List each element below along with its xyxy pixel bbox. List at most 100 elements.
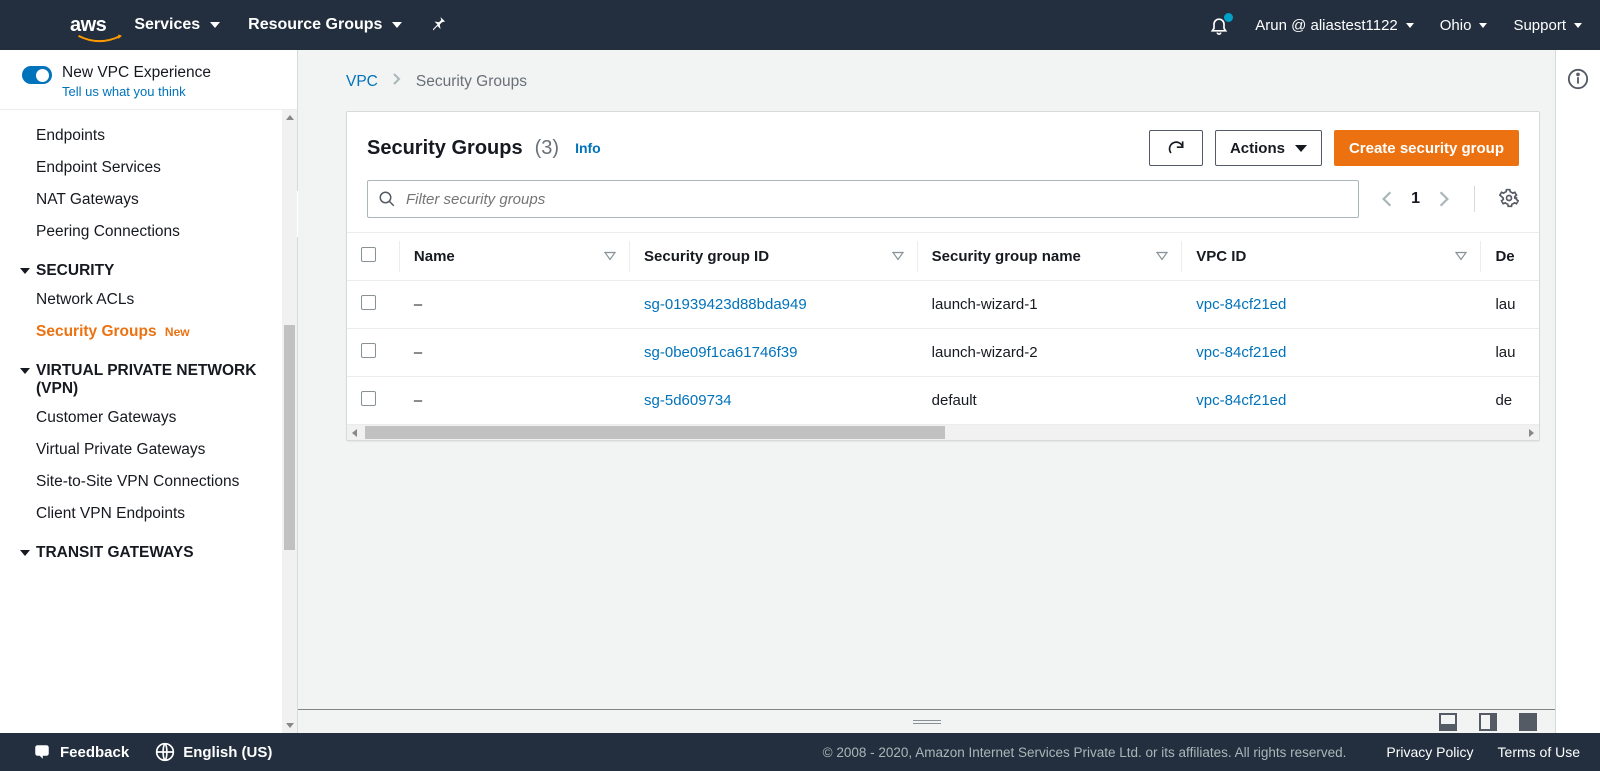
chevron-down-icon bbox=[1574, 23, 1582, 28]
new-vpc-banner: New VPC Experience Tell us what you thin… bbox=[0, 50, 297, 110]
select-all-checkbox[interactable] bbox=[361, 247, 376, 262]
breadcrumb: VPC Security Groups bbox=[346, 72, 1540, 91]
pin-icon[interactable] bbox=[430, 14, 448, 37]
sidebar-item-network-acls[interactable]: Network ACLs bbox=[0, 284, 297, 316]
security-groups-table: Name Security group ID Security group na… bbox=[347, 233, 1539, 425]
filter-input-wrap[interactable] bbox=[367, 180, 1359, 218]
aws-logo[interactable]: aws bbox=[70, 14, 106, 37]
sidebar-item-endpoint-services[interactable]: Endpoint Services bbox=[0, 152, 297, 184]
language-button[interactable]: English (US) bbox=[155, 742, 272, 762]
main-content: VPC Security Groups Security Groups (3) … bbox=[298, 50, 1600, 733]
pagination: 1 bbox=[1381, 186, 1519, 212]
security-groups-panel: Security Groups (3) Info Actions Create … bbox=[346, 111, 1540, 441]
page-next-button[interactable] bbox=[1438, 190, 1450, 208]
cell-vpc[interactable]: vpc-84cf21ed bbox=[1182, 329, 1481, 377]
sidebar-item-endpoints[interactable]: Endpoints bbox=[0, 120, 297, 152]
col-sgname[interactable]: Security group name bbox=[932, 248, 1081, 265]
cell-name: – bbox=[400, 329, 630, 377]
cell-sgid[interactable]: sg-01939423d88bda949 bbox=[630, 281, 918, 329]
info-rail bbox=[1555, 50, 1600, 733]
resource-groups-menu[interactable]: Resource Groups bbox=[248, 16, 402, 34]
section-tgw[interactable]: TRANSIT GATEWAYS bbox=[0, 530, 297, 566]
privacy-link[interactable]: Privacy Policy bbox=[1386, 744, 1473, 760]
sidebar-item-vpg[interactable]: Virtual Private Gateways bbox=[0, 434, 297, 466]
feedback-link[interactable]: Tell us what you think bbox=[62, 84, 211, 99]
settings-button[interactable] bbox=[1499, 188, 1519, 211]
table-hscrollbar[interactable] bbox=[347, 425, 1539, 440]
account-menu[interactable]: Arun @ aliastest1122 bbox=[1255, 17, 1414, 34]
col-sgid[interactable]: Security group ID bbox=[644, 248, 769, 265]
table-row[interactable]: – sg-01939423d88bda949 launch-wizard-1 v… bbox=[347, 281, 1539, 329]
breadcrumb-root[interactable]: VPC bbox=[346, 73, 378, 91]
sort-icon bbox=[1455, 248, 1467, 265]
page-prev-button[interactable] bbox=[1381, 190, 1393, 208]
hscroll-thumb[interactable] bbox=[365, 426, 945, 439]
cell-vpc[interactable]: vpc-84cf21ed bbox=[1182, 377, 1481, 425]
sidebar-item-nat-gateways[interactable]: NAT Gateways bbox=[0, 184, 297, 216]
sidebar: New VPC Experience Tell us what you thin… bbox=[0, 50, 298, 733]
row-checkbox[interactable] bbox=[361, 295, 376, 310]
services-menu[interactable]: Services bbox=[134, 16, 220, 34]
refresh-icon bbox=[1166, 138, 1186, 158]
col-name[interactable]: Name bbox=[414, 248, 455, 265]
view-side-button[interactable] bbox=[1479, 713, 1497, 731]
scrollbar-thumb[interactable] bbox=[284, 325, 295, 550]
refresh-button[interactable] bbox=[1149, 130, 1203, 166]
section-vpn[interactable]: VIRTUAL PRIVATE NETWORK (VPN) bbox=[0, 348, 297, 402]
cell-sgname: default bbox=[918, 377, 1183, 425]
col-desc[interactable]: De bbox=[1495, 248, 1514, 265]
split-panel-bar[interactable] bbox=[298, 709, 1555, 733]
table-row[interactable]: – sg-0be09f1ca61746f39 launch-wizard-2 v… bbox=[347, 329, 1539, 377]
breadcrumb-current: Security Groups bbox=[416, 73, 527, 91]
sidebar-scrollbar[interactable] bbox=[282, 110, 297, 733]
page-number: 1 bbox=[1411, 190, 1420, 208]
panel-count: (3) bbox=[535, 137, 559, 160]
globe-icon bbox=[155, 742, 175, 762]
copyright-text: © 2008 - 2020, Amazon Internet Services … bbox=[823, 745, 1347, 760]
terms-link[interactable]: Terms of Use bbox=[1498, 744, 1580, 760]
top-nav: aws Services Resource Groups Arun @ alia… bbox=[0, 0, 1600, 50]
cell-name: – bbox=[400, 377, 630, 425]
scroll-up-icon bbox=[286, 115, 294, 120]
support-menu[interactable]: Support bbox=[1513, 17, 1582, 34]
cell-desc: lau bbox=[1481, 281, 1539, 329]
cell-desc: de bbox=[1481, 377, 1539, 425]
sidebar-item-peering[interactable]: Peering Connections bbox=[0, 216, 297, 248]
grip-icon bbox=[913, 720, 941, 724]
notifications-button[interactable] bbox=[1209, 15, 1229, 35]
col-vpc[interactable]: VPC ID bbox=[1196, 248, 1246, 265]
view-bottom-button[interactable] bbox=[1439, 713, 1457, 731]
cell-sgid[interactable]: sg-5d609734 bbox=[630, 377, 918, 425]
cell-vpc[interactable]: vpc-84cf21ed bbox=[1182, 281, 1481, 329]
chevron-down-icon bbox=[1295, 145, 1307, 152]
sort-icon bbox=[604, 248, 616, 265]
cell-sgid[interactable]: sg-0be09f1ca61746f39 bbox=[630, 329, 918, 377]
info-link[interactable]: Info bbox=[575, 140, 601, 156]
footer: Feedback English (US) © 2008 - 2020, Ama… bbox=[0, 733, 1600, 771]
feedback-button[interactable]: Feedback bbox=[32, 743, 129, 761]
sidebar-item-s2s-vpn[interactable]: Site-to-Site VPN Connections bbox=[0, 466, 297, 498]
notification-dot bbox=[1224, 13, 1233, 22]
section-security[interactable]: SECURITY bbox=[0, 248, 297, 284]
new-vpc-toggle[interactable] bbox=[22, 66, 52, 84]
search-icon bbox=[378, 190, 396, 208]
sidebar-item-client-vpn[interactable]: Client VPN Endpoints bbox=[0, 498, 297, 530]
view-full-button[interactable] bbox=[1519, 713, 1537, 731]
actions-button[interactable]: Actions bbox=[1215, 130, 1322, 166]
table-row[interactable]: – sg-5d609734 default vpc-84cf21ed de bbox=[347, 377, 1539, 425]
row-checkbox[interactable] bbox=[361, 391, 376, 406]
region-menu[interactable]: Ohio bbox=[1440, 17, 1488, 34]
filter-input[interactable] bbox=[406, 191, 1348, 208]
chevron-right-icon bbox=[392, 72, 402, 91]
cell-sgname: launch-wizard-1 bbox=[918, 281, 1183, 329]
row-checkbox[interactable] bbox=[361, 343, 376, 358]
cell-desc: lau bbox=[1481, 329, 1539, 377]
create-security-group-button[interactable]: Create security group bbox=[1334, 130, 1519, 166]
sidebar-item-customer-gw[interactable]: Customer Gateways bbox=[0, 402, 297, 434]
info-icon[interactable] bbox=[1567, 68, 1589, 90]
scroll-down-icon bbox=[286, 723, 294, 728]
gear-icon bbox=[1499, 188, 1519, 208]
scroll-left-icon bbox=[352, 429, 357, 437]
sidebar-item-security-groups[interactable]: Security Groups New bbox=[0, 316, 297, 348]
cell-name: – bbox=[400, 281, 630, 329]
